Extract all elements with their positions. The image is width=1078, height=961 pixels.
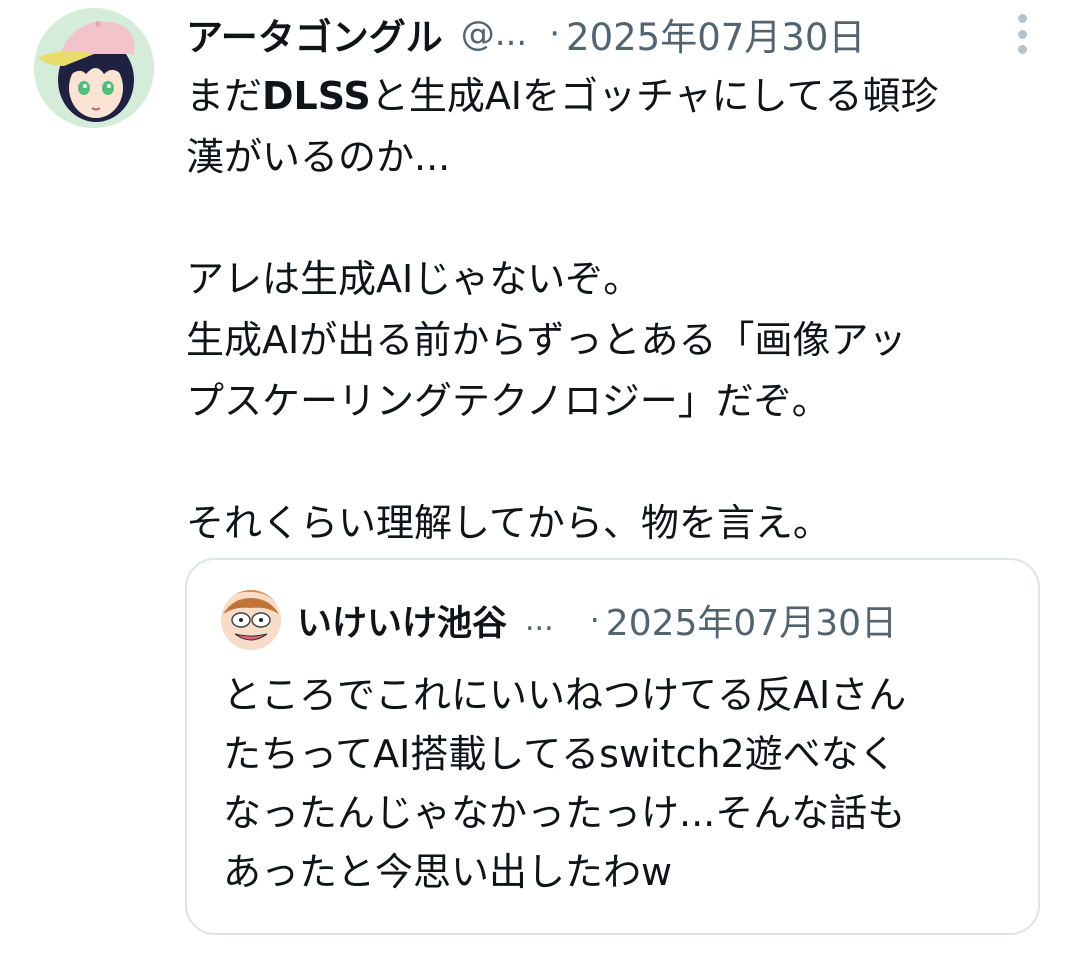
author-avatar[interactable] — [34, 8, 154, 128]
quoted-post-header: いけいけ池谷 ... · 2025年07月30日 — [221, 588, 1008, 652]
anime-character-avatar-icon — [34, 8, 154, 128]
separator-dot: · — [549, 14, 561, 54]
quoted-author-handle[interactable]: ... — [525, 603, 554, 638]
post-date[interactable]: 2025年07月30日 — [566, 7, 865, 61]
post-text-line: プスケーリングテクノロジー」だぞ。 — [186, 379, 830, 423]
post-text-line: 生成AIが出る前からずっとある「画像アッ — [186, 318, 907, 362]
quoted-post-card[interactable]: いけいけ池谷 ... · 2025年07月30日 ところでこれにいいねつけてる反… — [185, 558, 1040, 935]
post-text: まだDLSSと生成AIをゴッチャにしてる頓珍 漢がいるのか... アレは生成AI… — [186, 66, 1056, 554]
post-text-line: それくらい理解してから、物を言え。 — [186, 501, 831, 545]
post-header: アータゴングル @... · 2025年07月30日 — [186, 6, 1038, 62]
cartoon-face-avatar-icon — [221, 590, 281, 650]
quoted-text-line: あったと今思い出したわw — [223, 850, 673, 894]
author-name[interactable]: アータゴングル — [186, 7, 443, 61]
post-text-line: 漢がいるのか... — [186, 135, 451, 179]
post-text-line: アレは生成AIじゃないぞ。 — [186, 257, 642, 301]
quoted-author-avatar[interactable] — [221, 590, 281, 650]
quoted-text-line: なったんじゃなかったっけ...そんな話も — [223, 791, 906, 835]
quoted-post-date[interactable]: 2025年07月30日 — [606, 594, 897, 646]
quoted-author-name[interactable]: いけいけ池谷 — [297, 595, 507, 646]
quoted-post-text: ところでこれにいいねつけてる反AIさん たちってAI搭載してるswitch2遊べ… — [223, 666, 1023, 902]
more-options-button[interactable] — [1010, 14, 1034, 54]
quoted-text-line: たちってAI搭載してるswitch2遊べなく — [223, 732, 897, 776]
separator-dot: · — [589, 601, 600, 639]
post-text-line: まだDLSSと生成AIをゴッチャにしてる頓珍 — [186, 74, 939, 118]
vertical-ellipsis-icon — [1017, 14, 1027, 23]
author-handle[interactable]: @... — [461, 14, 527, 54]
quoted-text-line: ところでこれにいいねつけてる反AIさん — [223, 673, 907, 717]
